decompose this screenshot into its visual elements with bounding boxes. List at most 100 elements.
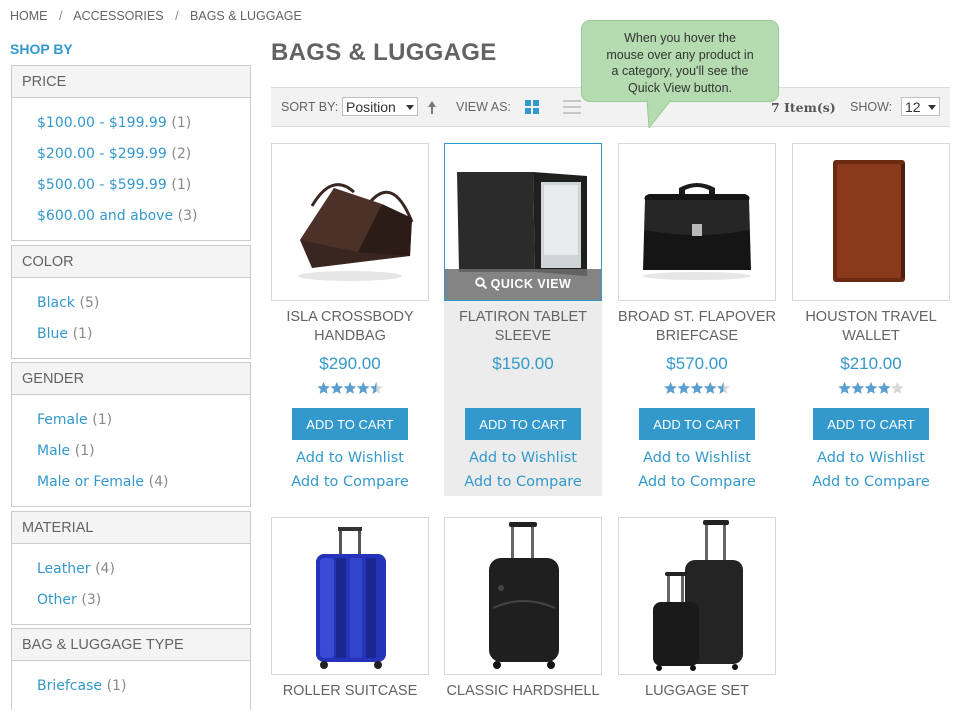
product-name[interactable]: ROLLER SUITCASE (271, 682, 429, 701)
filter-title-material[interactable]: MATERIAL (12, 511, 250, 544)
filter-option[interactable]: $200.00 - $299.99 (2) (37, 139, 250, 170)
star-filled-icon (677, 381, 691, 394)
product-image[interactable] (444, 517, 602, 675)
filter-option-label[interactable]: Leather (37, 561, 90, 577)
product-card-hovered[interactable]: QUICK VIEW FLATIRON TABLET SLEEVE $150.0… (444, 143, 602, 496)
product-price: $290.00 (319, 354, 381, 373)
star-filled-icon (664, 381, 677, 394)
crossbody-bag-image (298, 183, 414, 281)
add-to-wishlist-link[interactable]: Add to Wishlist (271, 450, 429, 466)
filter-option-count: (1) (171, 115, 192, 131)
add-to-wishlist-link[interactable]: Add to Wishlist (618, 450, 776, 466)
filter-option-label[interactable]: Black (37, 295, 75, 311)
sort-by-label: SORT BY: (281, 100, 339, 114)
filter-option-count: (1) (106, 678, 127, 694)
star-filled-icon (703, 381, 717, 394)
product-name[interactable]: BROAD ST. FLAPOVER BRIEFCASE (618, 308, 776, 346)
sort-select[interactable]: Position (342, 97, 418, 116)
chevron-down-icon (406, 105, 414, 110)
grid-view-icon[interactable] (525, 100, 539, 114)
list-view-icon[interactable] (563, 100, 581, 115)
add-to-cart-button[interactable]: ADD TO CART (465, 408, 581, 440)
filter-option-count: (1) (74, 443, 95, 459)
filter-option-count: (1) (92, 412, 113, 428)
filter-option[interactable]: Male or Female (4) (37, 467, 250, 498)
breadcrumb: HOME / ACCESSORIES / BAGS & LUGGAGE (10, 9, 302, 23)
add-to-compare-link[interactable]: Add to Compare (444, 474, 602, 490)
filter-title-bag-type[interactable]: BAG & LUGGAGE TYPE (12, 628, 250, 661)
star-empty-icon (891, 381, 904, 394)
sort-select-value: Position (346, 99, 396, 115)
product-name[interactable]: LUGGAGE SET (618, 682, 776, 701)
filter-option-label[interactable]: $200.00 - $299.99 (37, 146, 167, 162)
product-image[interactable] (618, 143, 776, 301)
filter-price: PRICE $100.00 - $199.99 (1) $200.00 - $2… (11, 65, 251, 241)
filter-option[interactable]: $100.00 - $199.99 (1) (37, 108, 250, 139)
product-image[interactable]: QUICK VIEW (444, 143, 602, 301)
product-name[interactable]: HOUSTON TRAVEL WALLET (792, 308, 950, 346)
product-image[interactable] (618, 517, 776, 675)
product-image[interactable] (271, 517, 429, 675)
breadcrumb-separator: / (175, 9, 179, 23)
add-to-cart-button[interactable]: ADD TO CART (292, 408, 408, 440)
add-to-compare-link[interactable]: Add to Compare (792, 474, 950, 490)
filter-option[interactable]: $600.00 and above (3) (37, 201, 250, 232)
filter-title-price[interactable]: PRICE (12, 65, 250, 98)
filter-option-label[interactable]: $600.00 and above (37, 208, 173, 224)
filter-bag-type: BAG & LUGGAGE TYPE Briefcase (1) (11, 628, 251, 710)
product-name[interactable]: CLASSIC HARDSHELL (444, 682, 602, 701)
star-filled-icon (877, 381, 891, 394)
sort-direction-arrow-icon[interactable] (427, 100, 437, 115)
filter-option-count: (4) (95, 561, 115, 577)
add-to-compare-link[interactable]: Add to Compare (618, 474, 776, 490)
add-to-cart-button[interactable]: ADD TO CART (813, 408, 929, 440)
star-filled-icon (330, 381, 344, 394)
filter-option-label[interactable]: $500.00 - $599.99 (37, 177, 167, 193)
star-filled-icon (838, 381, 851, 394)
product-image[interactable] (792, 143, 950, 301)
show-select[interactable]: 12 (901, 97, 940, 116)
filter-option[interactable]: Female (1) (37, 405, 250, 436)
product-image[interactable] (271, 143, 429, 301)
filter-option[interactable]: Leather (4) (37, 554, 250, 585)
breadcrumb-separator: / (58, 9, 63, 23)
product-name[interactable]: ISLA CROSSBODY HANDBAG (271, 308, 429, 346)
quick-view-button[interactable]: QUICK VIEW (445, 269, 601, 300)
show-select-value: 12 (905, 99, 921, 115)
filter-option[interactable]: Blue (1) (37, 319, 250, 350)
filter-option[interactable]: $500.00 - $599.99 (1) (37, 170, 250, 201)
filter-color: COLOR Black (5) Blue (1) (11, 245, 251, 359)
add-to-wishlist-link[interactable]: Add to Wishlist (444, 450, 602, 466)
chevron-down-icon (928, 105, 936, 110)
filter-option[interactable]: Male (1) (37, 436, 250, 467)
filter-gender: GENDER Female (1) Male (1) Male or Femal… (11, 362, 251, 507)
add-to-cart-button[interactable]: ADD TO CART (639, 408, 755, 440)
filter-option[interactable]: Other (3) (37, 585, 250, 616)
briefcase-image (643, 183, 751, 280)
filter-option[interactable]: Black (5) (37, 288, 250, 319)
breadcrumb-home[interactable]: HOME (10, 9, 48, 23)
quick-view-label: QUICK VIEW (490, 277, 572, 291)
filter-option-count: (2) (171, 146, 192, 162)
add-to-wishlist-link[interactable]: Add to Wishlist (792, 450, 950, 466)
filter-option-count: (4) (148, 474, 169, 490)
product-name[interactable]: FLATIRON TABLET SLEEVE (444, 308, 602, 346)
shop-by-title: SHOP BY (10, 41, 73, 57)
filter-option-label[interactable]: Briefcase (37, 678, 102, 694)
filter-option-label[interactable]: Male or Female (37, 474, 144, 490)
filter-option-label[interactable]: $100.00 - $199.99 (37, 115, 167, 131)
filter-title-color[interactable]: COLOR (12, 245, 250, 278)
wallet-image (833, 160, 905, 282)
filter-material: MATERIAL Leather (4) Other (3) (11, 511, 251, 625)
show-label: SHOW: (850, 100, 893, 114)
filter-title-gender[interactable]: GENDER (12, 362, 250, 395)
add-to-compare-link[interactable]: Add to Compare (271, 474, 429, 490)
filter-option-label[interactable]: Female (37, 412, 88, 428)
breadcrumb-accessories[interactable]: ACCESSORIES (73, 9, 163, 23)
filter-option-label[interactable]: Blue (37, 326, 68, 342)
star-filled-icon (317, 381, 330, 394)
filter-option-label[interactable]: Other (37, 592, 77, 608)
star-filled-icon (356, 381, 370, 394)
filter-option[interactable]: Briefcase (1) (37, 671, 250, 702)
filter-option-label[interactable]: Male (37, 443, 70, 459)
